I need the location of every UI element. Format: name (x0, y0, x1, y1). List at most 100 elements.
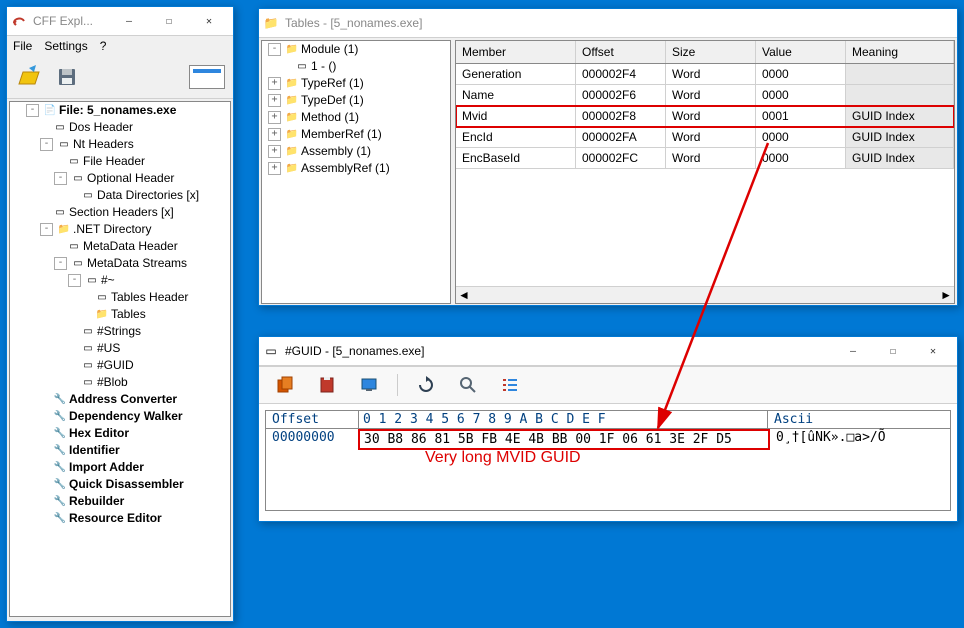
tree-metadata-header[interactable]: MetaData Header (83, 238, 178, 255)
expander-icon[interactable]: - (26, 104, 39, 117)
module-tree[interactable]: -📁Module (1) ▭1 - () +📁TypeRef (1) +📁Typ… (261, 40, 451, 304)
table-row[interactable]: Generation000002F4Word0000 (456, 64, 954, 85)
cell-meaning[interactable] (846, 85, 954, 106)
menu-settings[interactable]: Settings (44, 39, 87, 53)
expander-icon[interactable]: - (54, 172, 67, 185)
col-value[interactable]: Value (756, 41, 846, 63)
tree-dos-header[interactable]: Dos Header (69, 119, 133, 136)
method-node[interactable]: Method (1) (301, 109, 359, 126)
cell-member[interactable]: Name (456, 85, 576, 106)
tree-optional-header[interactable]: Optional Header (87, 170, 174, 187)
maximize-button[interactable]: ☐ (149, 8, 189, 34)
expander-icon[interactable]: - (268, 43, 281, 56)
cell-offset[interactable]: 000002F8 (576, 106, 666, 127)
tree-rebuilder[interactable]: Rebuilder (69, 493, 124, 510)
tree-hex-editor[interactable]: Hex Editor (69, 425, 129, 442)
tree-import-adder[interactable]: Import Adder (69, 459, 144, 476)
search-icon[interactable] (454, 371, 482, 399)
cell-size[interactable]: Word (666, 148, 756, 169)
cell-member[interactable]: EncBaseId (456, 148, 576, 169)
cell-member[interactable]: Generation (456, 64, 576, 85)
table-row[interactable]: EncId000002FAWord0000GUID Index (456, 127, 954, 148)
titlebar[interactable]: CFF Expl... — ☐ ✕ (7, 7, 233, 36)
list-icon[interactable] (496, 371, 524, 399)
tree-file-header[interactable]: File Header (83, 153, 145, 170)
cell-meaning[interactable] (846, 64, 954, 85)
menu-help[interactable]: ? (100, 39, 107, 53)
refresh-icon[interactable] (412, 371, 440, 399)
cell-value[interactable]: 0000 (756, 127, 846, 148)
nav-tree[interactable]: -📄File: 5_nonames.exe ▭Dos Header -▭Nt H… (9, 101, 231, 617)
expander-icon[interactable]: - (54, 257, 67, 270)
minimize-button[interactable]: — (109, 8, 149, 34)
hex-row[interactable]: 00000000 30 B8 86 81 5B FB 4E 4B BB 00 1… (266, 429, 950, 450)
tree-nt-headers[interactable]: Nt Headers (73, 136, 134, 153)
tree-quick-disassembler[interactable]: Quick Disassembler (69, 476, 184, 493)
minimize-button[interactable]: — (833, 338, 873, 364)
col-offset[interactable]: Offset (576, 41, 666, 63)
copy-icon[interactable] (271, 371, 299, 399)
tree-section-headers[interactable]: Section Headers [x] (69, 204, 174, 221)
cell-meaning[interactable]: GUID Index (846, 106, 954, 127)
expander-icon[interactable]: + (268, 77, 281, 90)
expander-icon[interactable]: - (40, 138, 53, 151)
tree-guid[interactable]: #GUID (97, 357, 134, 374)
cell-value[interactable]: 0001 (756, 106, 846, 127)
assembly-node[interactable]: Assembly (1) (301, 143, 371, 160)
table-row[interactable]: EncBaseId000002FCWord0000GUID Index (456, 148, 954, 169)
tree-identifier[interactable]: Identifier (69, 442, 120, 459)
window-icon[interactable] (189, 65, 225, 89)
expander-icon[interactable]: + (268, 162, 281, 175)
save-icon[interactable] (53, 63, 81, 91)
expander-icon[interactable]: + (268, 94, 281, 107)
tree-blob[interactable]: #Blob (97, 374, 128, 391)
titlebar[interactable]: ▭ #GUID - [5_nonames.exe] — ☐ ✕ (259, 337, 957, 366)
close-button[interactable]: ✕ (189, 8, 229, 34)
tree-tables[interactable]: Tables (111, 306, 146, 323)
module-node[interactable]: Module (1) (301, 41, 358, 58)
cell-size[interactable]: Word (666, 64, 756, 85)
assemblyref-node[interactable]: AssemblyRef (1) (301, 160, 390, 177)
table-row[interactable]: Mvid000002F8Word0001GUID Index (456, 106, 954, 127)
scroll-left-icon[interactable]: ◄ (458, 288, 470, 302)
scroll-right-icon[interactable]: ► (940, 288, 952, 302)
maximize-button[interactable]: ☐ (873, 338, 913, 364)
tree-net-directory[interactable]: .NET Directory (73, 221, 151, 238)
tree-metadata-streams[interactable]: MetaData Streams (87, 255, 187, 272)
cell-offset[interactable]: 000002FC (576, 148, 666, 169)
typeref-node[interactable]: TypeRef (1) (301, 75, 364, 92)
hex-bytes[interactable]: 30 B8 86 81 5B FB 4E 4B BB 00 1F 06 61 3… (358, 429, 770, 450)
col-size[interactable]: Size (666, 41, 756, 63)
paste-icon[interactable] (313, 371, 341, 399)
tree-resource-editor[interactable]: Resource Editor (69, 510, 162, 527)
tree-us[interactable]: #US (97, 340, 120, 357)
cell-size[interactable]: Word (666, 106, 756, 127)
expander-icon[interactable]: + (268, 111, 281, 124)
table-row[interactable]: Name000002F6Word0000 (456, 85, 954, 106)
close-button[interactable]: ✕ (913, 338, 953, 364)
expander-icon[interactable]: + (268, 145, 281, 158)
cell-meaning[interactable]: GUID Index (846, 148, 954, 169)
menu-file[interactable]: File (13, 39, 32, 53)
cell-size[interactable]: Word (666, 127, 756, 148)
tree-dependency-walker[interactable]: Dependency Walker (69, 408, 183, 425)
tree-data-directories[interactable]: Data Directories [x] (97, 187, 199, 204)
expander-icon[interactable]: - (68, 274, 81, 287)
col-member[interactable]: Member (456, 41, 576, 63)
col-meaning[interactable]: Meaning (846, 41, 954, 63)
cell-value[interactable]: 0000 (756, 64, 846, 85)
memberref-node[interactable]: MemberRef (1) (301, 126, 382, 143)
cell-offset[interactable]: 000002F4 (576, 64, 666, 85)
cell-meaning[interactable]: GUID Index (846, 127, 954, 148)
module-child[interactable]: 1 - () (311, 58, 336, 75)
tree-file[interactable]: File: 5_nonames.exe (59, 102, 176, 119)
open-icon[interactable] (15, 63, 43, 91)
tree-tables-header[interactable]: Tables Header (111, 289, 188, 306)
screen-icon[interactable] (355, 371, 383, 399)
typedef-node[interactable]: TypeDef (1) (301, 92, 364, 109)
tree-address-converter[interactable]: Address Converter (69, 391, 177, 408)
cell-value[interactable]: 0000 (756, 148, 846, 169)
expander-icon[interactable]: + (268, 128, 281, 141)
titlebar[interactable]: 📁 Tables - [5_nonames.exe] (259, 9, 957, 38)
tree-strings[interactable]: #Strings (97, 323, 141, 340)
